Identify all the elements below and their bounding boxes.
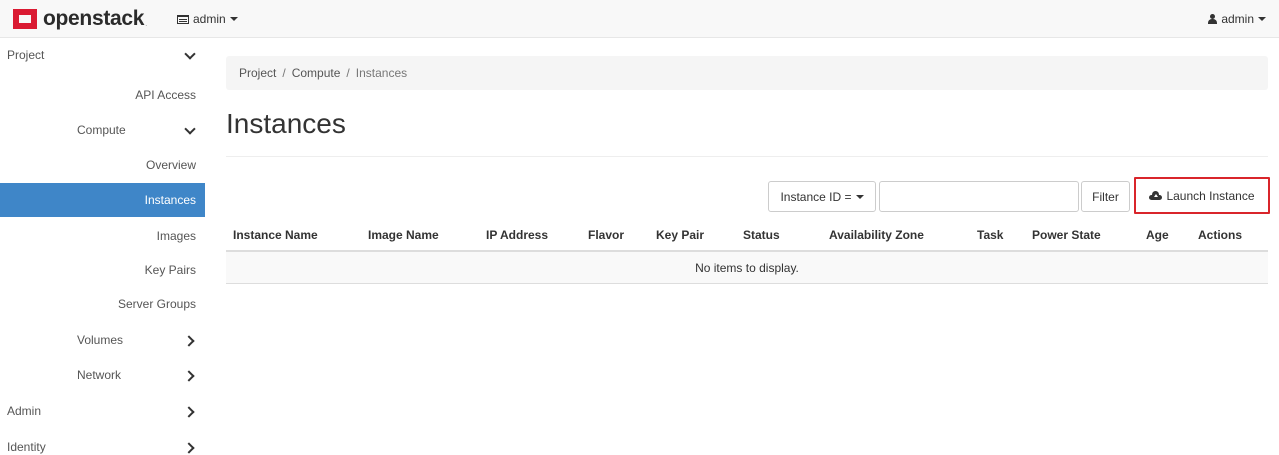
openstack-logo-icon: [13, 9, 37, 29]
logo-suffix: .: [145, 20, 148, 28]
sidebar-item-label: Key Pairs: [144, 263, 196, 277]
filter-input[interactable]: [879, 181, 1079, 212]
sidebar-item-instances[interactable]: Instances: [0, 183, 205, 217]
instances-table-header: Instance Name Image Name IP Address Flav…: [226, 218, 1268, 252]
sidebar-item-admin[interactable]: Admin: [0, 394, 205, 428]
breadcrumb-separator: /: [346, 66, 350, 80]
sidebar-item-label: Volumes: [77, 333, 124, 347]
column-header[interactable]: Key Pair: [656, 228, 704, 242]
launch-instance-button[interactable]: Launch Instance: [1134, 177, 1270, 214]
sidebar-item-network[interactable]: Network: [0, 358, 205, 392]
top-navbar: openstack . admin admin: [0, 0, 1279, 38]
sidebar-item-label: Compute: [77, 123, 126, 137]
user-menu-label: admin: [1221, 12, 1254, 26]
sidebar-item-label: API Access: [135, 88, 196, 102]
column-header[interactable]: Instance Name: [233, 228, 318, 242]
project-selector[interactable]: admin: [177, 12, 238, 26]
breadcrumb: Project / Compute / Instances: [226, 56, 1268, 90]
filter-field-select[interactable]: Instance ID =: [768, 181, 876, 212]
launch-instance-label: Launch Instance: [1166, 188, 1255, 203]
breadcrumb-item-project[interactable]: Project: [239, 66, 276, 80]
column-header[interactable]: Flavor: [588, 228, 624, 242]
chevron-right-icon: [184, 405, 196, 417]
sidebar-item-api-access[interactable]: API Access: [0, 78, 205, 112]
column-header[interactable]: Availability Zone: [829, 228, 924, 242]
sidebar-item-label: Images: [156, 229, 196, 243]
empty-message: No items to display.: [695, 260, 799, 275]
column-header[interactable]: Task: [977, 228, 1003, 242]
sidebar-item-key-pairs[interactable]: Key Pairs: [0, 253, 205, 287]
sidebar: Project API Access Compute Overview Inst…: [0, 38, 205, 455]
caret-down-icon: [855, 194, 864, 199]
sidebar-item-compute[interactable]: Compute: [0, 113, 205, 147]
page-title: Instances: [226, 108, 346, 139]
chevron-down-icon: [184, 124, 196, 136]
sidebar-item-label: Network: [77, 368, 122, 382]
chevron-down-icon: [184, 49, 196, 61]
filter-button[interactable]: Filter: [1081, 181, 1130, 212]
project-icon: [177, 14, 189, 24]
caret-down-icon: [1258, 17, 1266, 21]
sidebar-item-label: Server Groups: [117, 297, 196, 311]
sidebar-item-label: Identity: [7, 440, 46, 454]
sidebar-item-overview[interactable]: Overview: [0, 148, 205, 182]
sidebar-item-label: Instances: [144, 193, 196, 207]
sidebar-item-label: Overview: [145, 158, 196, 172]
logo-text: openstack: [43, 7, 145, 30]
filter-field-label: Instance ID =: [780, 189, 852, 204]
project-selector-label: admin: [193, 12, 226, 26]
column-header[interactable]: Image Name: [368, 228, 439, 242]
user-menu[interactable]: admin: [1208, 12, 1266, 26]
cloud-upload-icon: [1149, 191, 1163, 200]
user-icon: [1208, 14, 1218, 24]
column-header[interactable]: Age: [1146, 228, 1169, 242]
chevron-right-icon: [184, 369, 196, 381]
title-divider: [226, 156, 1268, 157]
sidebar-item-label: Admin: [7, 404, 42, 418]
openstack-logo[interactable]: openstack .: [13, 7, 147, 31]
filter-button-label: Filter: [1092, 189, 1119, 204]
breadcrumb-item-instances: Instances: [355, 66, 408, 80]
table-empty-row: No items to display.: [226, 252, 1268, 284]
chevron-right-icon: [184, 441, 196, 453]
sidebar-item-volumes[interactable]: Volumes: [0, 323, 205, 357]
column-header[interactable]: IP Address: [486, 228, 548, 242]
column-header: Actions: [1198, 228, 1243, 242]
breadcrumb-separator: /: [282, 66, 286, 80]
column-header[interactable]: Power State: [1032, 228, 1101, 242]
chevron-right-icon: [184, 334, 196, 346]
caret-down-icon: [229, 17, 238, 21]
column-header[interactable]: Status: [743, 228, 780, 242]
breadcrumb-item-compute[interactable]: Compute: [292, 66, 341, 80]
sidebar-item-identity[interactable]: Identity: [0, 430, 205, 455]
sidebar-item-label: Project: [7, 48, 45, 62]
sidebar-item-server-groups[interactable]: Server Groups: [0, 287, 205, 321]
sidebar-item-images[interactable]: Images: [0, 219, 205, 253]
sidebar-item-project[interactable]: Project: [0, 38, 205, 72]
